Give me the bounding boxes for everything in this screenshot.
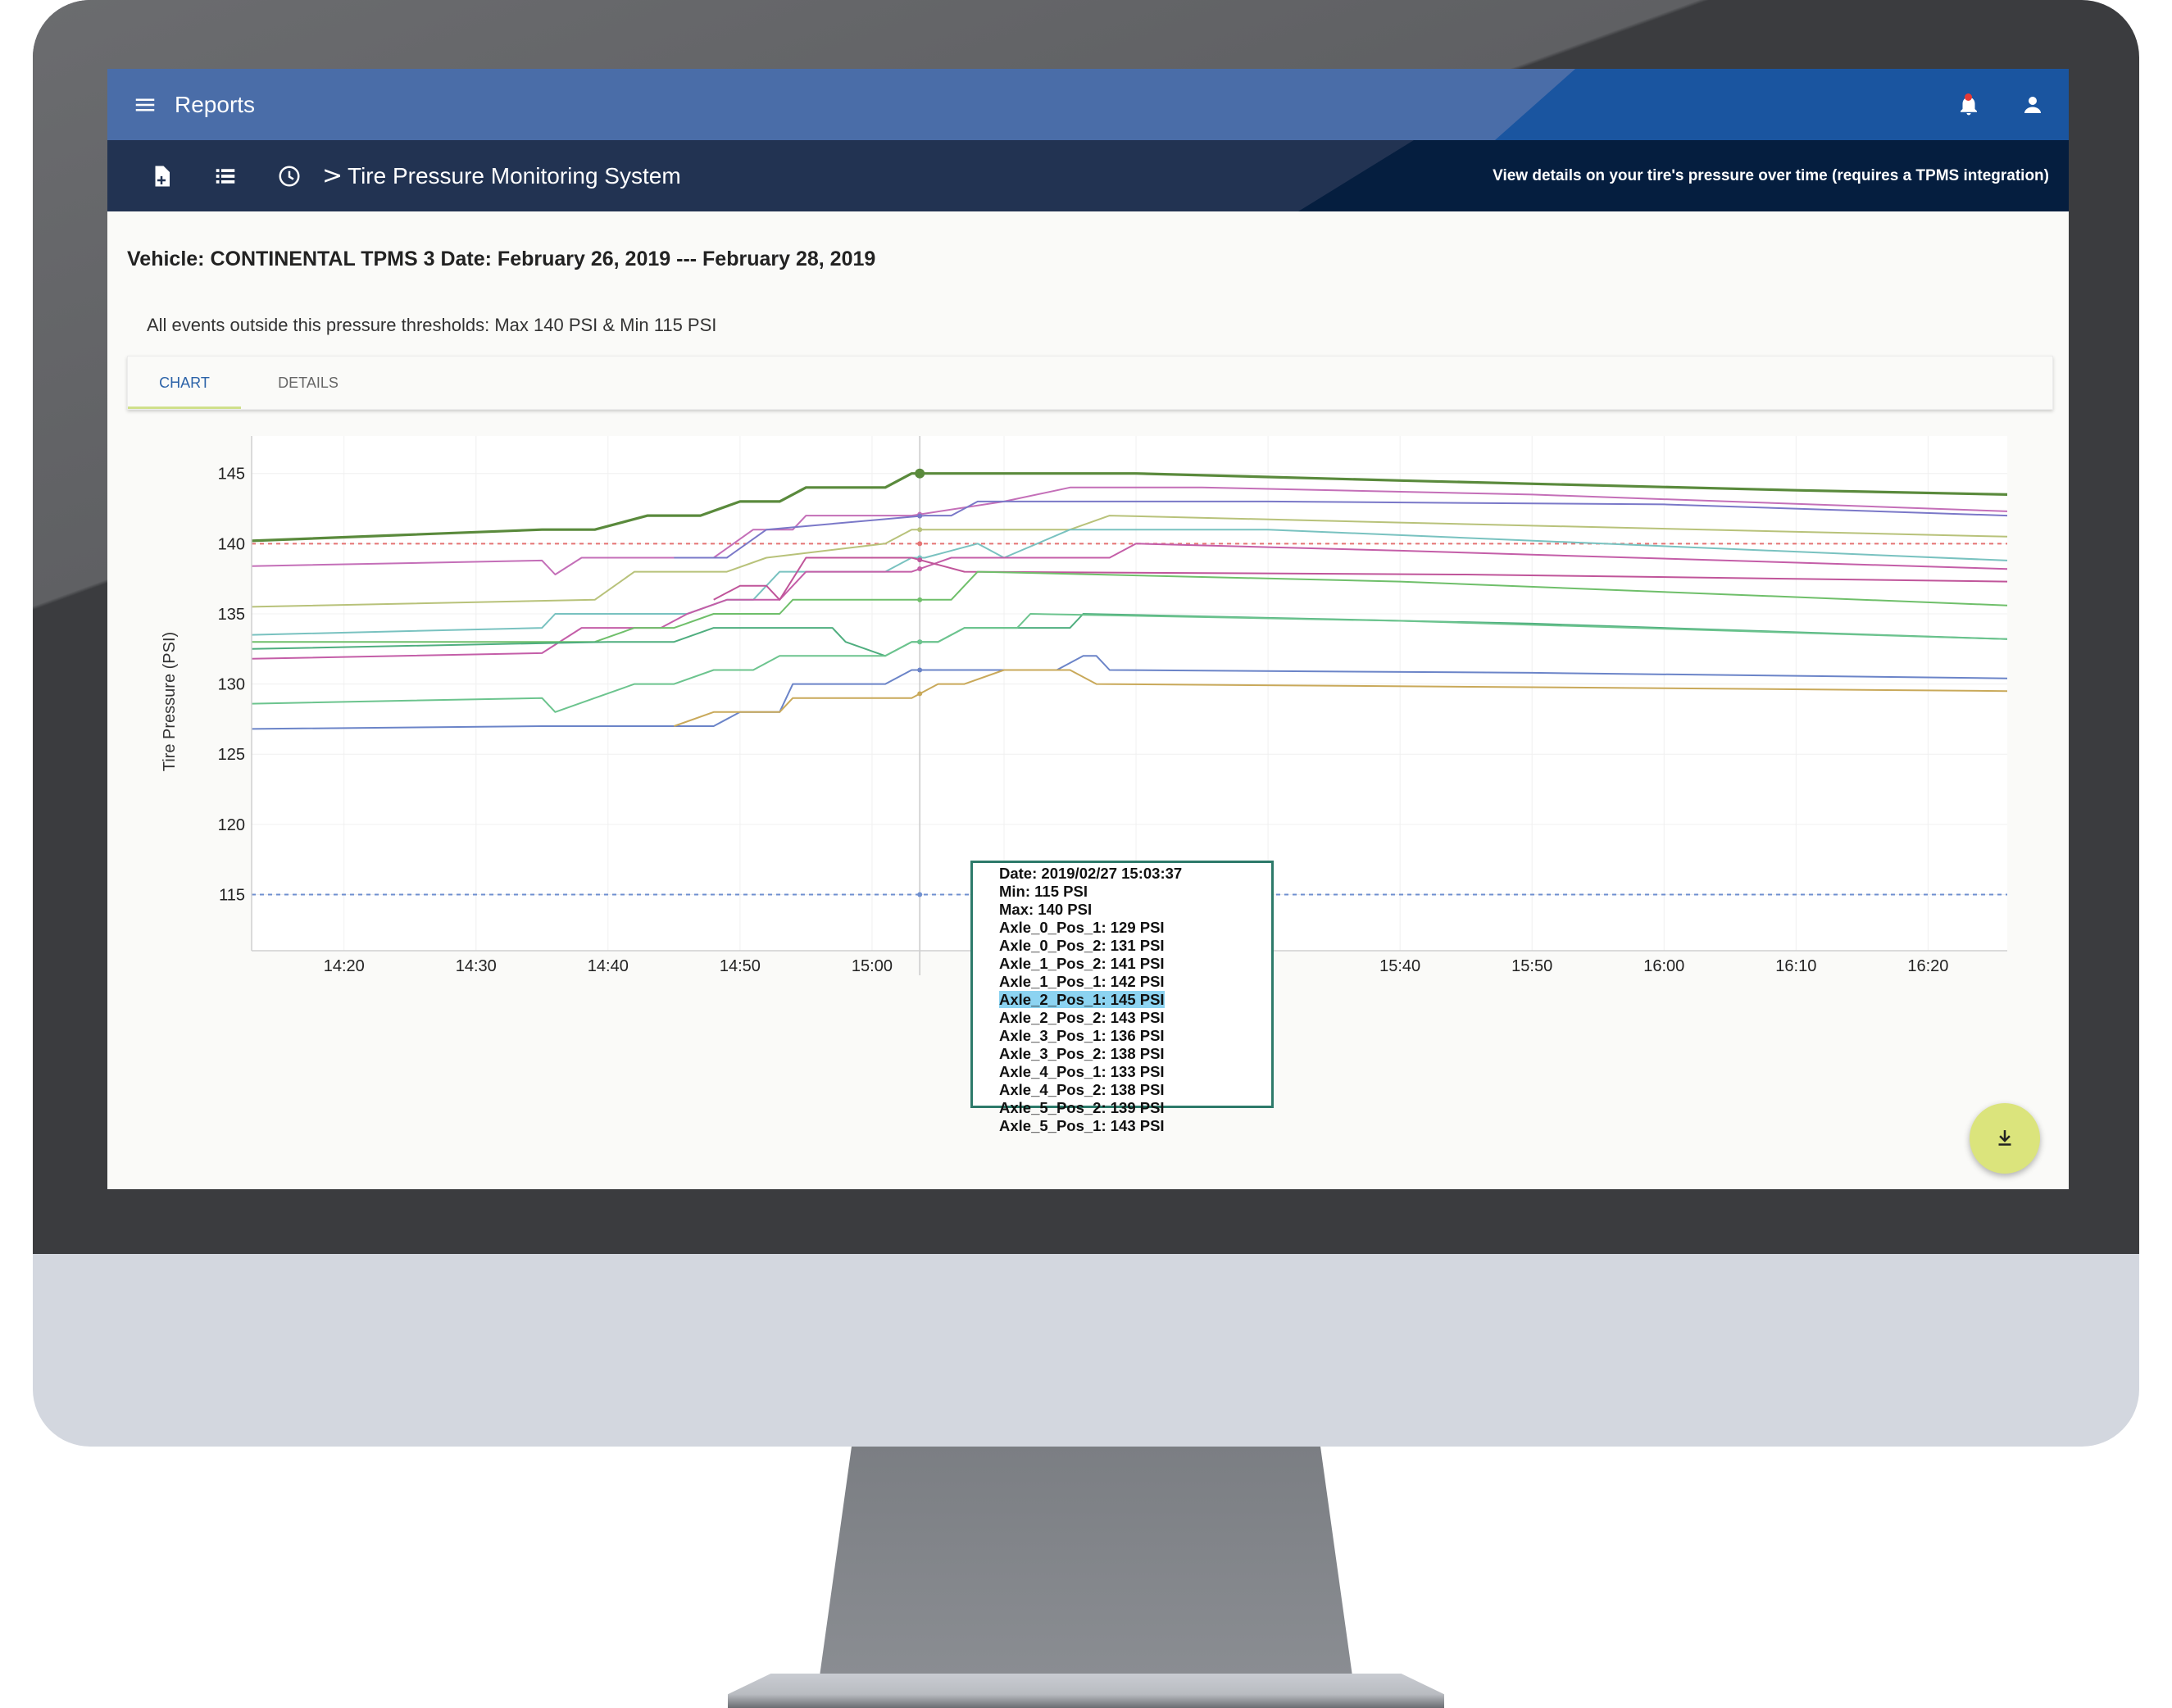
- hover-point: [917, 541, 923, 547]
- x-tick-label: 15:40: [1379, 957, 1420, 975]
- x-tick-label: 15:50: [1511, 957, 1552, 975]
- list-icon[interactable]: [207, 158, 243, 194]
- x-tick-label: 15:00: [852, 957, 893, 975]
- hover-point: [917, 557, 923, 563]
- tooltip-row-text: Min: 115 PSI: [999, 883, 1088, 900]
- y-tick-label: 135: [218, 606, 245, 624]
- tooltip-row-text: Date: 2019/02/27 15:03:37: [999, 865, 1183, 882]
- tooltip-row: Axle_5_Pos_1: 143 PSI: [999, 1117, 1271, 1135]
- app-bar: Reports: [107, 69, 2069, 140]
- user-icon[interactable]: [2015, 87, 2051, 123]
- tooltip-row: Axle_3_Pos_2: 138 PSI: [999, 1045, 1271, 1063]
- hover-point: [915, 468, 925, 479]
- hover-point: [917, 566, 923, 572]
- download-button[interactable]: [1970, 1103, 2040, 1174]
- screen: Reports > Tire Pressure Monitoring Syste…: [107, 69, 2069, 1189]
- monitor-chin: [33, 1254, 2139, 1447]
- bell-icon[interactable]: [1951, 87, 1987, 123]
- hover-point: [917, 691, 923, 697]
- page-description: View details on your tire's pressure ove…: [1493, 167, 2049, 184]
- chart-tooltip: Date: 2019/02/27 15:03:37 Min: 115 PSI Max…: [970, 861, 1274, 1134]
- page-title: Tire Pressure Monitoring System: [348, 163, 681, 189]
- x-tick-label: 14:20: [324, 957, 365, 975]
- tooltip-row-text: Axle_5_Pos_2: 139 PSI: [999, 1099, 1165, 1116]
- tooltip-row-text: Axle_4_Pos_2: 138 PSI: [999, 1081, 1165, 1098]
- tooltip-row-text: Axle_1_Pos_1: 142 PSI: [999, 973, 1165, 990]
- tooltip-row: Axle_4_Pos_2: 138 PSI: [999, 1081, 1271, 1099]
- x-tick-label: 14:40: [588, 957, 629, 975]
- y-tick-label: 145: [218, 466, 245, 484]
- y-axis-title: Tire Pressure (PSI): [161, 632, 179, 771]
- hover-point: [917, 527, 923, 533]
- tooltip-row: Axle_2_Pos_1: 145 PSI: [999, 991, 1271, 1009]
- hover-point: [917, 597, 923, 602]
- tab-chart[interactable]: CHART: [128, 357, 241, 409]
- tooltip-row: Date: 2019/02/27 15:03:37: [999, 865, 1271, 883]
- tooltip-row: Axle_0_Pos_1: 129 PSI: [999, 919, 1271, 937]
- y-tick-label: 115: [219, 886, 245, 904]
- tab-details[interactable]: DETAILS: [251, 357, 366, 409]
- x-tick-label: 16:20: [1907, 957, 1948, 975]
- monitor-foot: [728, 1674, 1444, 1708]
- tooltip-row: Axle_5_Pos_2: 139 PSI: [999, 1099, 1271, 1117]
- sub-bar: > Tire Pressure Monitoring System View d…: [107, 140, 2069, 211]
- hover-point: [917, 667, 923, 673]
- vehicle-heading: Vehicle: CONTINENTAL TPMS 3 Date: Februa…: [127, 248, 876, 270]
- tooltip-row-text: Axle_0_Pos_2: 131 PSI: [999, 937, 1165, 954]
- tooltip-row: Max: 140 PSI: [999, 901, 1271, 919]
- notification-dot: [1965, 93, 1972, 101]
- tooltip-row-text: Axle_5_Pos_1: 143 PSI: [999, 1117, 1165, 1134]
- tooltip-row-text: Max: 140 PSI: [999, 901, 1093, 918]
- tooltip-row: Min: 115 PSI: [999, 883, 1271, 901]
- hover-point: [917, 639, 923, 645]
- tooltip-row-text: Axle_3_Pos_2: 138 PSI: [999, 1045, 1165, 1062]
- report-icon[interactable]: [143, 158, 179, 194]
- tooltip-row: Axle_1_Pos_1: 142 PSI: [999, 973, 1271, 991]
- tooltip-row-text: Axle_3_Pos_1: 136 PSI: [999, 1027, 1165, 1044]
- menu-icon[interactable]: [127, 87, 163, 123]
- tooltip-row: Axle_0_Pos_2: 131 PSI: [999, 937, 1271, 955]
- tooltip-row: Axle_4_Pos_1: 133 PSI: [999, 1063, 1271, 1081]
- y-tick-label: 130: [218, 676, 245, 694]
- hover-point: [917, 513, 923, 519]
- tooltip-row-text: Axle_2_Pos_2: 143 PSI: [999, 1009, 1165, 1026]
- monitor-stand: [820, 1447, 1352, 1676]
- x-tick-label: 16:00: [1643, 957, 1684, 975]
- download-icon: [1998, 1130, 2011, 1146]
- breadcrumb-chevron: >: [322, 161, 343, 190]
- y-tick-label: 125: [218, 746, 245, 764]
- tooltip-row-text: Axle_2_Pos_1: 145 PSI: [999, 991, 1165, 1008]
- tab-bar: CHART DETAILS: [127, 356, 2053, 410]
- x-tick-label: 14:50: [720, 957, 761, 975]
- tooltip-row: Axle_3_Pos_1: 136 PSI: [999, 1027, 1271, 1045]
- x-tick-label: 14:30: [456, 957, 497, 975]
- threshold-note: All events outside this pressure thresho…: [147, 315, 717, 335]
- y-tick-label: 120: [218, 816, 245, 834]
- app-title: Reports: [175, 92, 256, 117]
- tooltip-row: Axle_1_Pos_2: 141 PSI: [999, 955, 1271, 973]
- tooltip-row-text: Axle_0_Pos_1: 129 PSI: [999, 919, 1165, 936]
- tooltip-row-text: Axle_1_Pos_2: 141 PSI: [999, 955, 1165, 972]
- hover-point: [917, 892, 923, 897]
- clock-icon[interactable]: [271, 158, 307, 194]
- y-tick-label: 140: [218, 535, 245, 553]
- x-tick-label: 16:10: [1775, 957, 1816, 975]
- tooltip-row-text: Axle_4_Pos_1: 133 PSI: [999, 1063, 1165, 1080]
- tooltip-row: Axle_2_Pos_2: 143 PSI: [999, 1009, 1271, 1027]
